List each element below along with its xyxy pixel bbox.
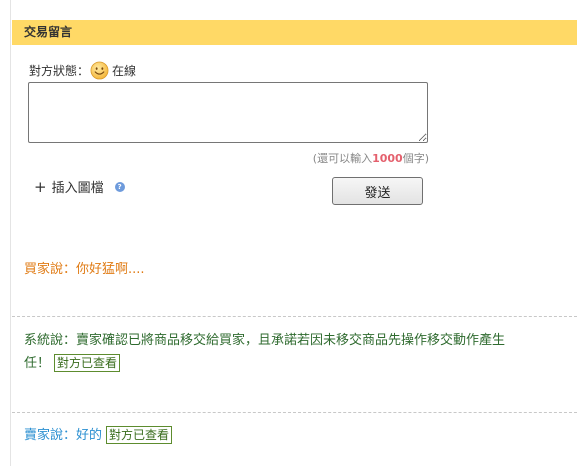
message-divider <box>12 412 577 413</box>
send-button[interactable]: 發送 <box>332 177 423 205</box>
char-counter: (還可以輸入1000個字) <box>313 150 429 166</box>
insert-image-label: 插入圖檔 <box>51 181 104 196</box>
message-textarea[interactable] <box>28 82 428 143</box>
message-line-2: 任！ 對方已查看 <box>24 352 577 375</box>
char-counter-suffix: 個字) <box>402 152 429 165</box>
read-receipt-badge: 對方已查看 <box>54 354 121 372</box>
section-header: 交易留言 <box>12 20 577 45</box>
smiley-face-icon <box>90 61 109 79</box>
status-state: 在線 <box>112 63 137 78</box>
message-text-continued: 任！ <box>24 356 51 371</box>
help-circle-icon[interactable]: ? <box>114 181 125 192</box>
read-receipt-badge: 對方已查看 <box>106 426 173 444</box>
panel-left-border <box>10 0 11 466</box>
message-divider <box>12 316 577 317</box>
char-counter-prefix: (還可以輸入 <box>312 152 373 165</box>
message-text: 好的 <box>76 428 103 443</box>
counterpart-status: 對方狀態： 在線 <box>29 60 136 80</box>
message-speaker: 賣家說： <box>24 428 77 443</box>
char-counter-number: 1000 <box>372 152 403 165</box>
trade-message-panel: 交易留言 對方狀態： 在線 (還可以輸入1000個字) + 插入圖檔 ? 發送 … <box>0 0 577 466</box>
status-label: 對方狀態： <box>29 63 90 78</box>
help-glyph: ? <box>117 182 122 191</box>
message-seller: 賣家說：好的 對方已查看 <box>24 424 577 447</box>
message-buyer: 買家說：你好猛啊.... <box>24 258 577 281</box>
message-text: 你好猛啊.... <box>76 262 145 277</box>
insert-image-link[interactable]: + 插入圖檔 ? <box>34 177 125 196</box>
message-text: 賣家確認已將商品移交給買家，且承諾若因未移交商品先操作移交動作產生 <box>76 333 506 348</box>
message-speaker: 買家說： <box>24 262 77 277</box>
section-title: 交易留言 <box>24 25 73 39</box>
plus-icon: + <box>34 177 47 196</box>
message-system: 系統說：賣家確認已將商品移交給買家，且承諾若因未移交商品先操作移交動作產生 任！… <box>24 329 577 375</box>
message-line-1: 系統說：賣家確認已將商品移交給買家，且承諾若因未移交商品先操作移交動作產生 <box>24 329 577 352</box>
message-speaker: 系統說： <box>24 333 77 348</box>
